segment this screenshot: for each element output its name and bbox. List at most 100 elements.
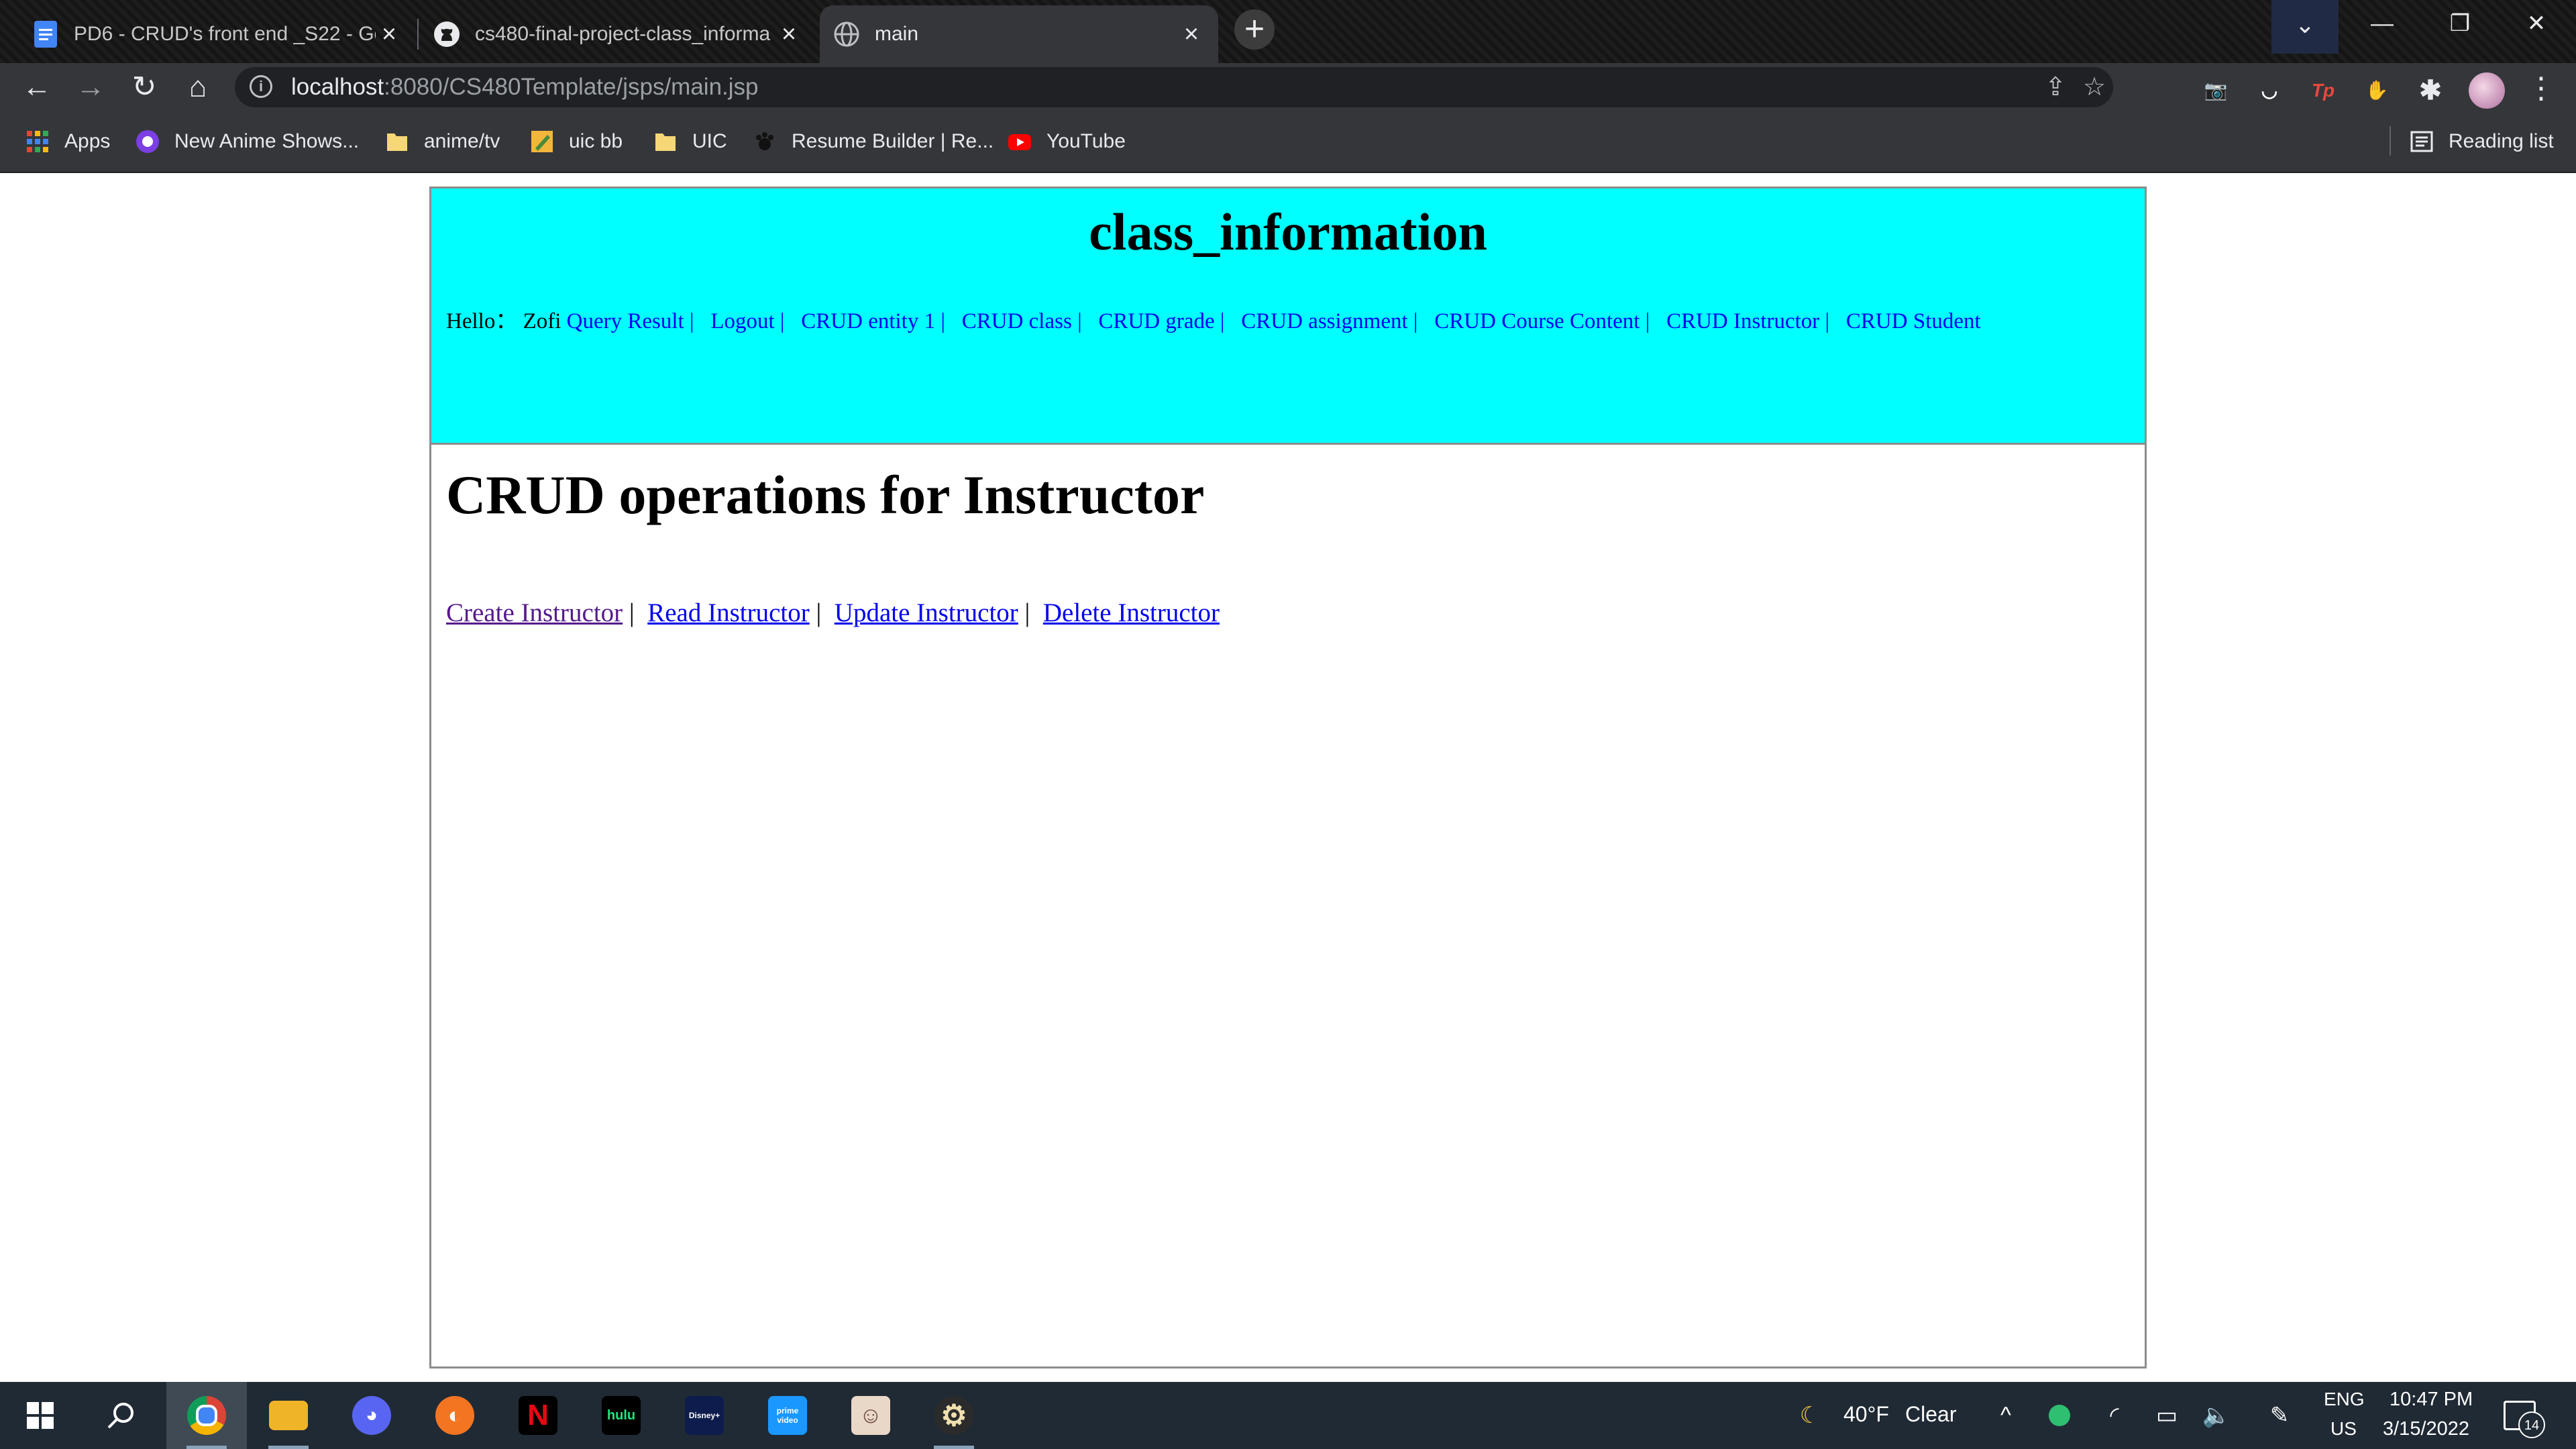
nav-separator: |	[1407, 309, 1430, 333]
restore-icon[interactable]: ❐	[2423, 0, 2497, 47]
delete-instructor-link[interactable]: Delete Instructor	[1043, 598, 1220, 627]
show-hidden-icons-chevron-icon[interactable]: ^	[1991, 1401, 2021, 1430]
nav-crud-course-content[interactable]: CRUD Course Content	[1434, 309, 1640, 333]
bookmark-youtube[interactable]: YouTube	[1008, 126, 1126, 157]
update-instructor-link[interactable]: Update Instructor	[835, 598, 1018, 627]
puzzle-extensions-icon[interactable]: ✱	[2415, 75, 2446, 106]
bookmark-apps[interactable]: Apps	[25, 126, 110, 157]
minimize-icon[interactable]: —	[2345, 0, 2419, 47]
crunchyroll-taskbar-icon[interactable]: ◐	[415, 1382, 495, 1449]
crud-actions: Create Instructor | Read Instructor | Up…	[446, 598, 1220, 628]
forward-arrow-icon[interactable]: →	[71, 68, 110, 107]
link-separator: |	[809, 598, 835, 627]
bookmark-uic-bb[interactable]: uic bb	[530, 126, 623, 157]
search-icon[interactable]	[80, 1382, 161, 1449]
volume-icon[interactable]: 🔈	[2202, 1401, 2231, 1430]
tab-docs[interactable]: PD6 - CRUD's front end _S22 - Go ×	[19, 5, 416, 63]
nav-crud-class[interactable]: CRUD class	[962, 309, 1072, 333]
windows-taskbar: ◕ ◐ N hulu Disney+ prime video ☺ ⚙ ☾ 40°…	[0, 1382, 2576, 1449]
new-tab-button[interactable]: +	[1234, 9, 1275, 50]
read-instructor-link[interactable]: Read Instructor	[647, 598, 810, 627]
address-bar[interactable]: i localhost:8080/CS480Template/jsps/main…	[235, 67, 2113, 107]
folder-icon	[387, 133, 407, 151]
site-info-icon[interactable]: i	[250, 75, 272, 98]
language-code[interactable]: ENG	[2324, 1389, 2365, 1410]
weather-description[interactable]: Clear	[1905, 1402, 1956, 1427]
hand-extension-icon[interactable]: ✋	[2361, 75, 2392, 106]
settings-gear-taskbar-icon[interactable]: ⚙	[914, 1382, 994, 1449]
pocket-extension-icon[interactable]: ◡	[2254, 75, 2285, 106]
tab-github[interactable]: cs480-final-project-class_informa ×	[420, 5, 816, 63]
bookmark-anime-tv[interactable]: anime/tv	[385, 126, 500, 157]
tp-extension-icon[interactable]: Tp	[2308, 75, 2339, 106]
site-header: class_information Hello： Zofi Query Resu…	[431, 189, 2145, 445]
paw-icon	[756, 132, 773, 150]
clock-time[interactable]: 10:47 PM	[2390, 1389, 2473, 1411]
wifi-icon[interactable]: ◜	[2100, 1401, 2129, 1430]
nav-crud-instructor[interactable]: CRUD Instructor	[1666, 309, 1819, 333]
hulu-taskbar-icon[interactable]: hulu	[581, 1382, 661, 1449]
language-region[interactable]: US	[2330, 1418, 2357, 1440]
discord-taskbar-icon[interactable]: ◕	[331, 1382, 412, 1449]
bookmark-resume-builder[interactable]: Resume Builder | Re...	[753, 126, 994, 157]
status-dot-icon[interactable]	[2049, 1405, 2070, 1426]
camera-extension-icon[interactable]: 📷	[2200, 75, 2231, 106]
nav-crud-grade[interactable]: CRUD grade	[1098, 309, 1214, 333]
back-arrow-icon[interactable]: ←	[17, 68, 56, 107]
prime-video-taskbar-icon[interactable]: prime video	[747, 1382, 828, 1449]
bookmark-label: YouTube	[1046, 130, 1126, 152]
nav-separator: |	[1071, 309, 1093, 333]
active-indicator	[268, 1446, 309, 1449]
bookmark-label: New Anime Shows...	[174, 130, 360, 152]
home-icon[interactable]: ⌂	[178, 68, 217, 107]
close-tab-icon[interactable]: ×	[376, 21, 402, 48]
create-instructor-link[interactable]: Create Instructor	[446, 598, 623, 627]
share-icon[interactable]: ⇪	[2042, 74, 2069, 101]
nav-separator: |	[1819, 309, 1841, 333]
reading-list-button[interactable]: Reading list	[2410, 126, 2554, 157]
bookmark-label: uic bb	[569, 130, 623, 152]
bookmark-new-anime-shows[interactable]: New Anime Shows...	[136, 126, 359, 157]
close-window-icon[interactable]: ✕	[2500, 0, 2573, 47]
nav-logout[interactable]: Logout	[710, 309, 774, 333]
github-icon	[433, 21, 460, 48]
youtube-icon	[1008, 134, 1031, 150]
address-url[interactable]: localhost:8080/CS480Template/jsps/main.j…	[291, 67, 759, 107]
weather-temperature[interactable]: 40°F	[1843, 1402, 1889, 1427]
battery-icon[interactable]: ▭	[2152, 1401, 2182, 1430]
tab-main[interactable]: main ×	[820, 5, 1218, 63]
active-indicator	[186, 1446, 227, 1449]
nav-crud-entity-1[interactable]: CRUD entity 1	[801, 309, 935, 333]
clock-date[interactable]: 3/15/2022	[2383, 1418, 2469, 1440]
nav-crud-student[interactable]: CRUD Student	[1846, 309, 1981, 333]
profile-avatar[interactable]	[2469, 72, 2505, 109]
browser-toolbar: ← → ↻ ⌂ i localhost:8080/CS480Template/j…	[0, 63, 2576, 111]
page-frame: class_information Hello： Zofi Query Resu…	[429, 186, 2147, 1368]
tab-divider	[417, 19, 419, 50]
nav-query-result[interactable]: Query Result	[567, 309, 684, 333]
bookmarks-bar: Apps New Anime Shows... anime/tv uic bb …	[0, 111, 2576, 173]
chrome-taskbar-icon[interactable]	[166, 1382, 247, 1449]
reload-icon[interactable]: ↻	[125, 68, 164, 107]
pen-icon[interactable]: ✎	[2265, 1401, 2294, 1430]
disney-plus-taskbar-icon[interactable]: Disney+	[664, 1382, 745, 1449]
chrome-menu-icon[interactable]: ⋮	[2526, 70, 2556, 110]
file-explorer-taskbar-icon[interactable]	[248, 1382, 329, 1449]
close-tab-icon[interactable]: ×	[1178, 21, 1205, 48]
tab-label: PD6 - CRUD's front end _S22 - Go	[74, 23, 376, 45]
top-nav: Hello： Zofi Query Result | Logout | CRUD…	[446, 303, 1981, 335]
bookmark-uic[interactable]: UIC	[653, 126, 727, 157]
site-title: class_information	[1089, 203, 1487, 261]
globe-icon	[833, 21, 860, 48]
close-tab-icon[interactable]: ×	[775, 21, 802, 48]
page-heading: CRUD operations for Instructor	[446, 464, 1205, 525]
active-indicator	[934, 1446, 974, 1449]
nav-crud-assignment[interactable]: CRUD assignment	[1241, 309, 1407, 333]
anime-app-taskbar-icon[interactable]: ☺	[830, 1382, 911, 1449]
moon-weather-icon[interactable]: ☾	[1795, 1401, 1825, 1430]
bookmark-star-icon[interactable]: ☆	[2081, 74, 2108, 101]
windows-start-icon[interactable]	[0, 1382, 80, 1449]
tab-search-chevron-icon[interactable]: ⌄	[2271, 0, 2339, 54]
netflix-taskbar-icon[interactable]: N	[498, 1382, 578, 1449]
bookmark-label: Apps	[64, 130, 111, 152]
